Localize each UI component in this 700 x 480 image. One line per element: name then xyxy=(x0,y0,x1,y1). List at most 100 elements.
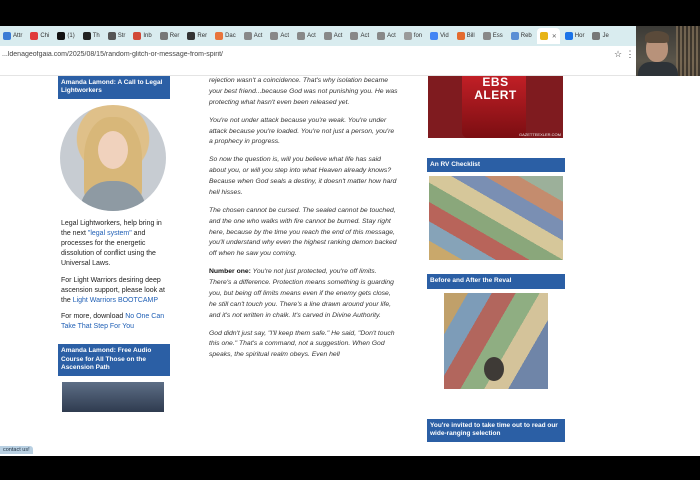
browser-tab[interactable]: Chi xyxy=(27,28,52,44)
browser-tab[interactable]: Reb xyxy=(508,28,535,44)
browser-tab[interactable]: (1) xyxy=(54,28,77,44)
invite-heading[interactable]: You're invited to take time out to read … xyxy=(427,418,565,442)
tab-label: Dac xyxy=(225,33,236,39)
tab-favicon-icon xyxy=(3,32,11,40)
tab-favicon-icon xyxy=(430,32,439,40)
browser-tab[interactable]: Je xyxy=(589,28,611,44)
browser-tab[interactable]: fon xyxy=(401,28,425,44)
sidebar-paragraph-3: For more, download No One Can Take That … xyxy=(61,312,170,332)
url-text[interactable]: ...ldenageofgaia.com/2025/08/15/random-g… xyxy=(0,51,612,58)
tab-favicon-icon xyxy=(350,32,359,40)
ebs-credit: GAZETTEEXLER.COM xyxy=(518,132,561,137)
tab-favicon-icon xyxy=(82,32,91,40)
number-one-text: You're not just protected, you're off li… xyxy=(209,268,394,319)
portrait-face xyxy=(98,130,128,169)
browser-tab[interactable]: Bill xyxy=(454,28,478,44)
browser-tab[interactable]: Inb xyxy=(130,28,154,44)
tab-label: Bill xyxy=(466,33,475,39)
tab-favicon-icon xyxy=(456,32,465,40)
audio-course-image[interactable] xyxy=(62,381,164,412)
reval-image[interactable] xyxy=(444,292,548,389)
ebs-alert-image[interactable]: EBS ALERT GAZETTEEXLER.COM xyxy=(428,76,563,138)
browser-tab[interactable]: Dac xyxy=(212,28,239,44)
tab-favicon-icon xyxy=(377,32,386,40)
tab-label: Act xyxy=(253,33,263,39)
tab-favicon-icon xyxy=(297,32,306,40)
tab-favicon-icon xyxy=(133,32,142,40)
article-paragraph: You're not under attack because you're w… xyxy=(209,116,395,146)
browser-tab[interactable]: Th xyxy=(80,28,103,44)
article-paragraph: Number one: You're not just protected, y… xyxy=(209,267,399,321)
tab-label: Str xyxy=(117,33,126,39)
tab-label: Act xyxy=(387,33,396,39)
tab-favicon-icon xyxy=(539,32,548,40)
tab-favicon-icon xyxy=(592,32,601,40)
browser-tab[interactable]: ✕ xyxy=(536,28,560,44)
sidebar-paragraph-1: Legal Lightworkers, help bring in the ne… xyxy=(61,219,170,270)
article-paragraph: So now the question is, will you believe… xyxy=(209,156,397,196)
reval-heading[interactable]: Before and After the Reval xyxy=(427,274,565,289)
tab-favicon-icon xyxy=(159,32,168,40)
browser-tab[interactable]: Rer xyxy=(184,28,210,44)
legal-system-link[interactable]: "legal system" xyxy=(88,230,132,237)
tab-label: (1) xyxy=(67,33,75,39)
browser-tab[interactable]: Act xyxy=(321,28,346,44)
ebs-line1: EBS xyxy=(482,76,509,89)
tab-favicon-icon xyxy=(30,32,39,40)
browser-tab-strip: Attr Chi (1) Th Str Inb Rer Rer Dac Act Act Act Act A… xyxy=(0,26,636,46)
star-icon[interactable]: ☆ xyxy=(612,49,624,60)
tab-label: Reb xyxy=(520,33,532,39)
tab-label: Act xyxy=(307,33,316,39)
browser-tab[interactable]: Act xyxy=(294,28,319,44)
amanda-lamond-portrait[interactable] xyxy=(60,104,166,211)
tab-label: Act xyxy=(333,33,343,39)
browser-tab[interactable]: Act xyxy=(241,28,266,44)
sidebar-heading-legal-lightworkers[interactable]: Amanda Lamond: A Call to Legal Lightwork… xyxy=(58,76,170,99)
browser-tab[interactable]: Act xyxy=(374,28,399,44)
tab-favicon-icon xyxy=(323,32,332,40)
tab-label: Rer xyxy=(197,33,208,39)
tab-favicon-icon xyxy=(482,32,491,40)
browser-tab[interactable]: Ess xyxy=(480,28,506,44)
tab-label: Je xyxy=(602,33,609,39)
browser-tab[interactable]: Act xyxy=(267,28,292,44)
tab-label: Hor xyxy=(574,33,585,39)
tab-close-icon[interactable]: ✕ xyxy=(552,33,557,40)
web-page: Amanda Lamond: A Call to Legal Lightwork… xyxy=(0,76,700,456)
sidebar-heading-audio-course[interactable]: Amanda Lamond: Free Audio Course for All… xyxy=(58,344,170,376)
tab-label: Chi xyxy=(40,33,50,39)
bootcamp-link[interactable]: Light Warriors BOOTCAMP xyxy=(73,297,158,304)
tab-label: Act xyxy=(360,33,370,39)
browser-tab[interactable]: Attr xyxy=(0,28,25,44)
browser-tab[interactable]: Vid xyxy=(427,28,452,44)
browser-tab[interactable]: Hor xyxy=(562,28,588,44)
tab-label: Inb xyxy=(143,33,152,39)
number-one-label: Number one: xyxy=(209,268,251,276)
tab-favicon-icon xyxy=(510,32,519,40)
tab-label: Ess xyxy=(492,33,503,39)
rv-checklist-heading[interactable]: An RV Checklist xyxy=(427,158,565,173)
extensions-icon[interactable]: ⋮ xyxy=(624,49,636,60)
tab-favicon-icon xyxy=(187,32,196,40)
reval-image-figure xyxy=(484,356,504,381)
tab-favicon-icon xyxy=(107,32,116,40)
tab-label: Th xyxy=(92,33,100,39)
right-sidebar: EBS ALERT GAZETTEEXLER.COM An RV Checkli… xyxy=(427,76,565,442)
article-paragraph: The chosen cannot be cursed. The sealed … xyxy=(209,206,397,258)
browser-tab[interactable]: Act xyxy=(347,28,372,44)
ebs-line2: ALERT xyxy=(474,87,517,102)
bookmarks-strip xyxy=(0,62,636,76)
top-letterbox xyxy=(0,0,700,26)
tab-label: Rer xyxy=(169,33,180,39)
sidebar-text: Legal Lightworkers, help bring in the ne… xyxy=(58,219,170,332)
address-bar[interactable]: ...ldenageofgaia.com/2025/08/15/random-g… xyxy=(0,46,636,62)
tab-favicon-icon xyxy=(270,32,279,40)
article-paragraph: God didn't just say, "I'll keep them saf… xyxy=(209,329,395,359)
tab-label: Vid xyxy=(440,33,449,39)
browser-tab[interactable]: Rer xyxy=(157,28,183,44)
contact-us-tab[interactable]: contact us! xyxy=(0,446,33,454)
article-paragraph: rejection wasn't a coincidence. That's w… xyxy=(209,77,398,106)
para3-text: For more, download xyxy=(61,313,126,320)
rv-checklist-banknotes-image[interactable] xyxy=(429,176,563,261)
browser-tab[interactable]: Str xyxy=(105,28,129,44)
